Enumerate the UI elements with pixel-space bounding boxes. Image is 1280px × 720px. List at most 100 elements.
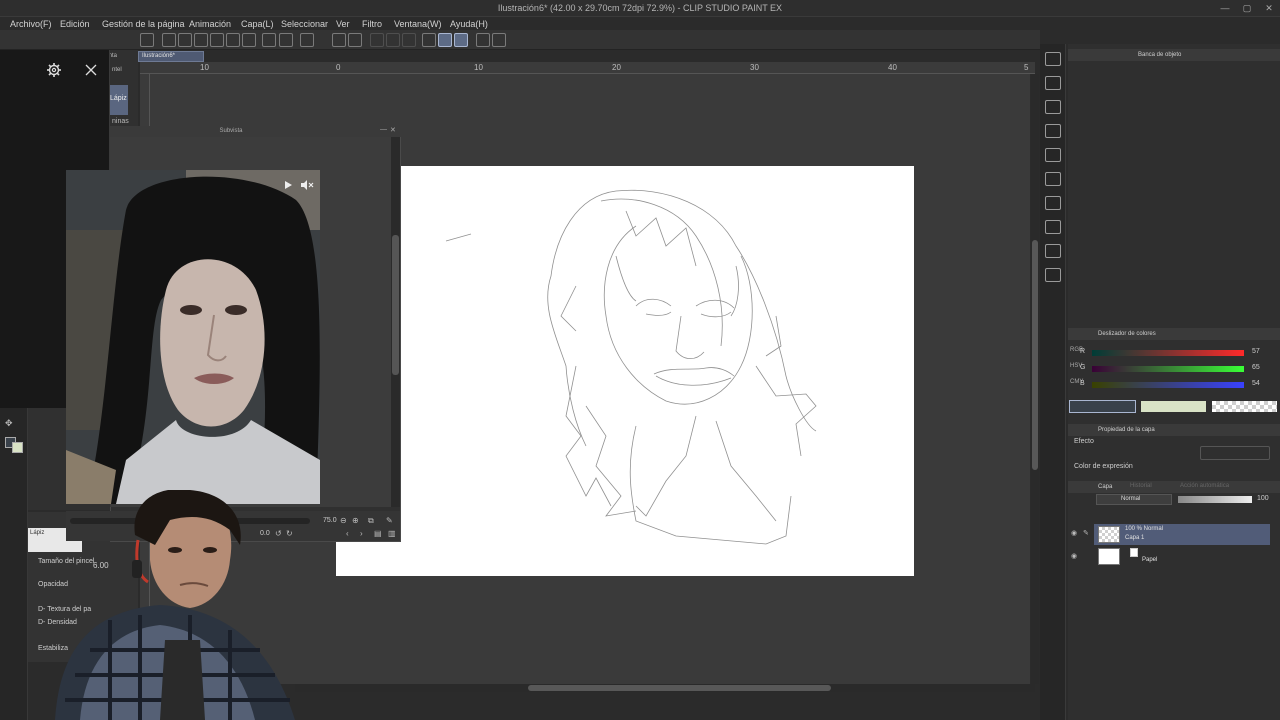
main-color-swatch[interactable]: [1069, 400, 1136, 413]
close-panel-icon[interactable]: [1045, 100, 1061, 114]
history-tab[interactable]: Historial: [1130, 483, 1152, 489]
menu-page-management[interactable]: Gestión de la página: [102, 19, 185, 29]
menu-file[interactable]: Archivo(F): [10, 19, 52, 29]
eye-icon[interactable]: ◉: [1071, 529, 1077, 537]
menu-filter[interactable]: Filtro: [362, 19, 382, 29]
menu-select[interactable]: Seleccionar: [281, 19, 328, 29]
save-icon[interactable]: [194, 33, 208, 47]
rotate-icon[interactable]: [476, 33, 490, 47]
snap-special-ruler-icon[interactable]: [438, 33, 452, 47]
navigator-icon[interactable]: [1045, 76, 1061, 90]
fill-icon[interactable]: [332, 33, 346, 47]
auto-action-tab[interactable]: Acción automática: [1180, 483, 1229, 489]
subview-scroll-thumb[interactable]: [392, 235, 399, 375]
gear-icon[interactable]: [46, 62, 62, 78]
layer-panel-tab[interactable]: Capa: [1068, 481, 1280, 493]
mute-icon[interactable]: [300, 179, 314, 191]
minimize-icon[interactable]: —: [1218, 2, 1232, 14]
redo-icon[interactable]: [279, 33, 293, 47]
menu-help[interactable]: Ayuda(H): [450, 19, 488, 29]
eyedropper-icon[interactable]: ✎: [386, 516, 393, 525]
close-icon[interactable]: ✕: [1262, 2, 1276, 14]
fit-icon[interactable]: ⧉: [368, 516, 374, 526]
ruler-label: 10: [200, 63, 209, 72]
color-swatch-icon[interactable]: [3, 435, 25, 453]
menu-animation[interactable]: Animación: [189, 19, 231, 29]
ruler-label: 5: [1024, 63, 1029, 72]
red-value[interactable]: 57: [1252, 348, 1260, 355]
menu-view[interactable]: Ver: [336, 19, 350, 29]
save-as-icon[interactable]: [210, 33, 224, 47]
layer-opacity-value[interactable]: 100: [1257, 495, 1269, 502]
document-tab[interactable]: Ilustración6*: [138, 51, 204, 62]
close-icon[interactable]: [83, 62, 99, 78]
delete-image-icon[interactable]: ▥: [388, 529, 396, 538]
open-icon[interactable]: [178, 33, 192, 47]
command-bar: [0, 30, 1040, 50]
new-icon[interactable]: [162, 33, 176, 47]
zoom-value[interactable]: 75.0: [323, 517, 337, 524]
tool-item-label[interactable]: ninas: [112, 118, 129, 125]
history-icon[interactable]: [1045, 220, 1061, 234]
pencil-sketch: [445, 189, 817, 545]
close-icon[interactable]: ✕: [390, 126, 396, 134]
zoom-out-icon[interactable]: ⊖: [340, 516, 347, 525]
layer-name: Papel: [1142, 557, 1158, 563]
next-image-icon[interactable]: ›: [360, 529, 363, 538]
tool-item-label: Lápiz: [110, 95, 127, 102]
transform-icon[interactable]: [348, 33, 362, 47]
import-image-icon[interactable]: ▤: [374, 529, 382, 538]
play-icon[interactable]: [282, 179, 294, 191]
auto-action-icon[interactable]: [1045, 244, 1061, 258]
ruler-label: 10: [474, 63, 483, 72]
print-icon[interactable]: [242, 33, 256, 47]
green-value[interactable]: 65: [1252, 364, 1260, 371]
flip-icon[interactable]: [492, 33, 506, 47]
green-slider[interactable]: [1092, 366, 1244, 372]
red-slider[interactable]: [1092, 350, 1244, 356]
layer-search-icon[interactable]: [1045, 172, 1061, 186]
layer-property-header[interactable]: Propiedad de la capa: [1068, 424, 1280, 436]
snap-ruler-icon[interactable]: [422, 33, 436, 47]
menu-layer[interactable]: Capa(L): [241, 19, 274, 29]
animation-icon[interactable]: [1045, 196, 1061, 210]
menu-edit[interactable]: Edición: [60, 19, 90, 29]
reference-photo: [66, 170, 320, 504]
item-bank-icon[interactable]: [1045, 268, 1061, 282]
eye-icon[interactable]: ◉: [1071, 552, 1077, 560]
layer-row-active[interactable]: [1094, 524, 1270, 545]
prev-image-icon[interactable]: ‹: [346, 529, 349, 538]
loading-icon[interactable]: [300, 33, 314, 47]
blue-slider[interactable]: [1092, 382, 1244, 388]
horizontal-scroll-thumb[interactable]: [528, 685, 831, 691]
layer-thumbnail: [1098, 526, 1120, 543]
channel-label: R: [1080, 348, 1086, 355]
blue-value[interactable]: 54: [1252, 380, 1260, 387]
menu-window[interactable]: Ventana(W): [394, 19, 442, 29]
sub-color-swatch[interactable]: [1141, 401, 1206, 412]
snap-grid-icon[interactable]: [454, 33, 468, 47]
transparent-color-swatch[interactable]: [1212, 401, 1277, 412]
export-icon[interactable]: [226, 33, 240, 47]
clear-icon[interactable]: [370, 33, 384, 47]
minimize-icon[interactable]: —: [380, 126, 387, 133]
sub-view-icon[interactable]: [1045, 124, 1061, 138]
zoom-in-icon[interactable]: ⊕: [352, 516, 359, 525]
clip-studio-icon[interactable]: [140, 33, 154, 47]
webcam-feed: [55, 490, 295, 720]
blend-mode-select[interactable]: Normal: [1096, 494, 1172, 505]
close-panel-icon[interactable]: [1045, 52, 1061, 66]
maximize-icon[interactable]: ▢: [1240, 2, 1254, 14]
object-bank-tab[interactable]: Banca de objeto: [1068, 49, 1280, 61]
layer-opacity-slider[interactable]: [1178, 496, 1252, 503]
deselect-icon[interactable]: [402, 33, 416, 47]
tool-panel-tab[interactable]: ntel: [112, 67, 122, 73]
move-tool-icon[interactable]: ✥: [5, 418, 19, 430]
clear-outside-icon[interactable]: [386, 33, 400, 47]
vertical-scroll-thumb[interactable]: [1032, 240, 1038, 470]
effect-buttons[interactable]: [1200, 446, 1270, 460]
color-slider-header[interactable]: Deslizador de colores: [1068, 328, 1280, 340]
material-icon[interactable]: [1045, 148, 1061, 162]
undo-icon[interactable]: [262, 33, 276, 47]
right-icon-bar: [1040, 44, 1066, 720]
